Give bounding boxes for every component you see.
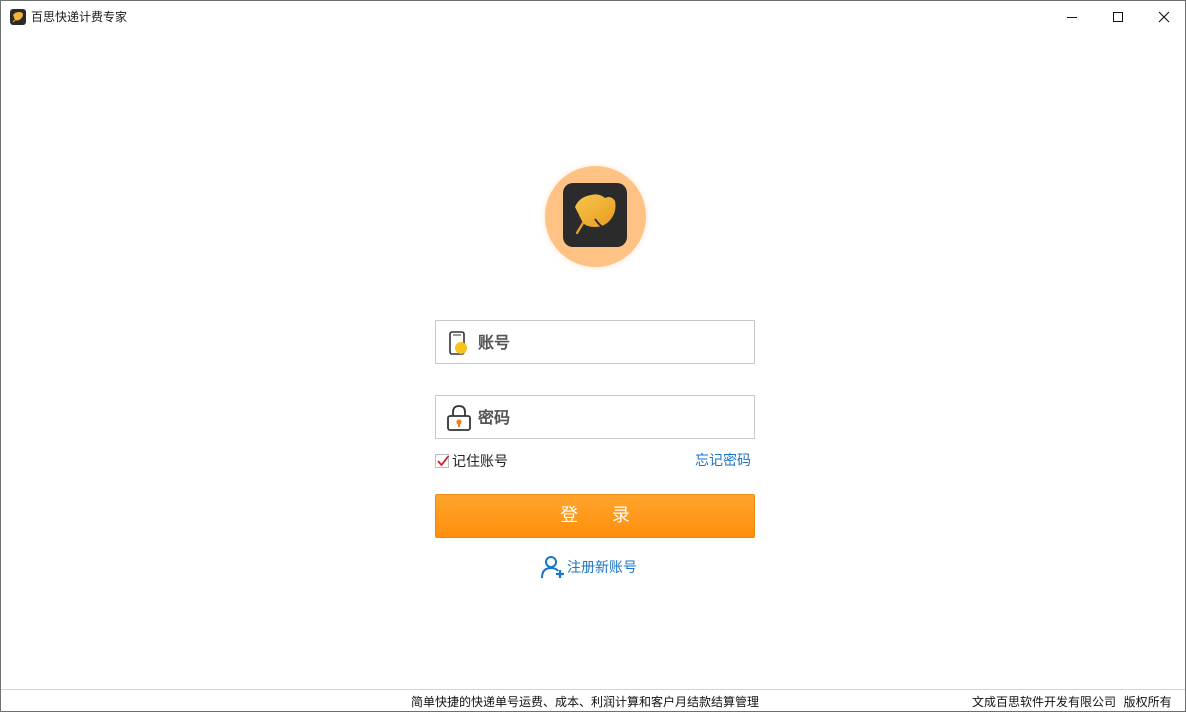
remember-account[interactable]: 记住账号 [435, 451, 508, 471]
account-input[interactable] [478, 321, 748, 363]
login-button[interactable]: 登 录 [435, 494, 755, 538]
forgot-password-link[interactable]: 忘记密码 [695, 451, 751, 471]
password-field[interactable] [435, 395, 755, 439]
title-bar[interactable]: 百思快递计费专家 [1, 1, 1185, 33]
remember-checkbox[interactable] [435, 454, 450, 468]
ginkgo-leaf-icon [563, 183, 627, 247]
password-input[interactable] [478, 396, 748, 438]
add-user-icon [541, 556, 564, 579]
close-icon [1158, 11, 1170, 23]
lock-icon [446, 404, 472, 432]
maximize-icon [1113, 12, 1123, 22]
status-description: 简单快捷的快递单号运费、成本、利润计算和客户月结款结算管理 [411, 695, 760, 709]
close-button[interactable] [1141, 1, 1186, 33]
account-field[interactable] [435, 320, 755, 364]
phone-icon [446, 329, 472, 357]
remember-label[interactable]: 记住账号 [452, 451, 508, 471]
minimize-icon [1067, 17, 1077, 18]
app-window: 百思快递计费专家 账号 记住账号 忘记密码 登 录 注册新账号 简单快捷的快递单… [0, 0, 1186, 712]
checkmark-icon [437, 455, 450, 467]
status-bar: 简单快捷的快递单号运费、成本、利润计算和客户月结款结算管理 文成百思软件开发有限… [1, 689, 1185, 711]
maximize-button[interactable] [1095, 1, 1141, 33]
status-copyright: 文成百思软件开发有限公司 版权所有 [972, 695, 1172, 709]
register-link[interactable]: 注册新账号 [541, 555, 637, 579]
minimize-button[interactable] [1049, 1, 1095, 33]
register-label: 注册新账号 [567, 560, 637, 576]
app-logo [545, 166, 646, 267]
window-title: 百思快递计费专家 [31, 10, 128, 24]
ginkgo-leaf-icon [10, 9, 26, 25]
